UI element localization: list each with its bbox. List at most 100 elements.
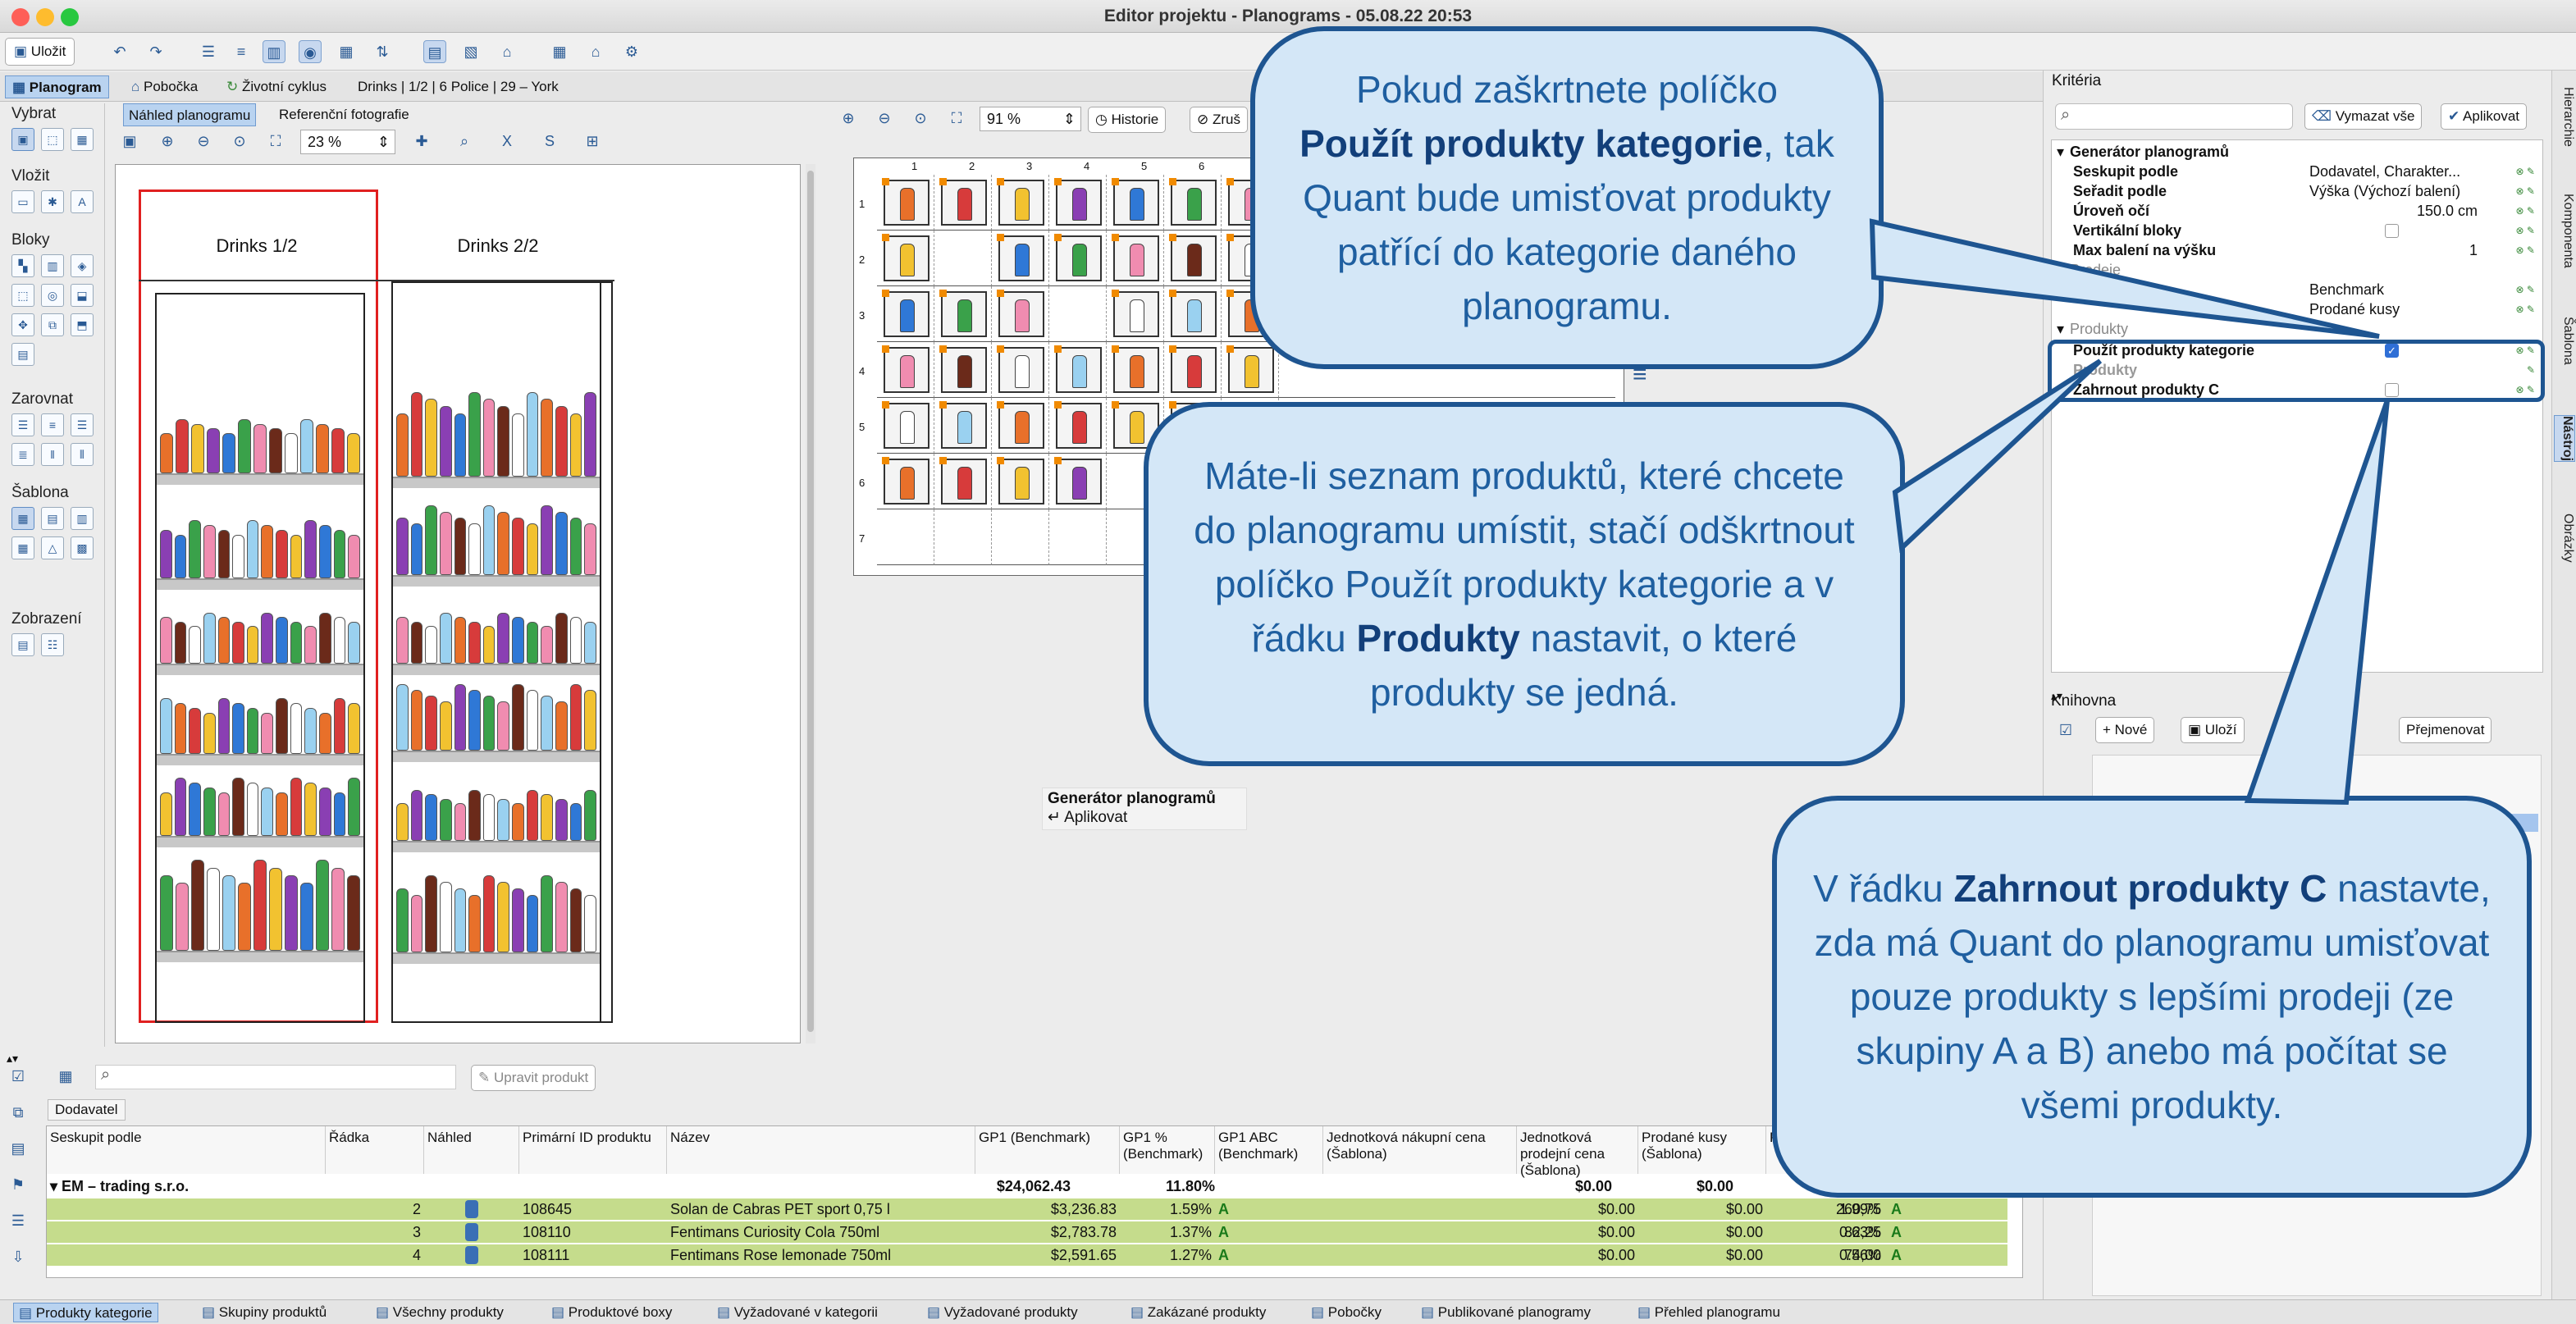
product-facing[interactable] bbox=[410, 895, 423, 952]
insert-product-icon[interactable]: ✱ bbox=[41, 190, 64, 213]
product-facing[interactable] bbox=[439, 798, 452, 841]
product-facing[interactable] bbox=[331, 867, 345, 951]
product-facing[interactable] bbox=[569, 802, 582, 841]
product-slot[interactable] bbox=[939, 401, 987, 449]
zoom-fit-icon[interactable]: ⛶ bbox=[264, 130, 287, 153]
product-facing[interactable] bbox=[468, 523, 481, 575]
pin-icon[interactable]: ⚑ bbox=[7, 1173, 30, 1196]
product-slot[interactable] bbox=[1226, 345, 1274, 393]
product-slot[interactable] bbox=[1112, 345, 1159, 393]
selection-handle[interactable] bbox=[1169, 234, 1176, 241]
library-checkbox-icon[interactable]: ☑ bbox=[2054, 719, 2077, 742]
product-facing[interactable] bbox=[160, 698, 172, 754]
product-facing[interactable] bbox=[584, 621, 596, 664]
criteria-row[interactable]: Max balení na výšku 1 ⊗ ✎ bbox=[2057, 240, 2537, 260]
product-slot[interactable] bbox=[1054, 401, 1102, 449]
align-justify-icon[interactable]: ≣ bbox=[11, 443, 34, 466]
selection-handle[interactable] bbox=[939, 457, 947, 464]
product-facing[interactable] bbox=[333, 617, 346, 664]
criteria-value[interactable]: Prodané kusy bbox=[2309, 299, 2478, 319]
rows-view-icon[interactable]: ≡ bbox=[230, 40, 253, 63]
shelf-unit-2[interactable] bbox=[391, 281, 601, 1023]
criteria-search-input[interactable]: ⌕ bbox=[2055, 103, 2293, 130]
product-facing[interactable] bbox=[541, 875, 554, 952]
criteria-row[interactable]: Seřadit podle Výška (Výchozí balení) ⊗ ✎ bbox=[2057, 181, 2537, 201]
product-slot[interactable] bbox=[939, 178, 987, 226]
product-facing[interactable] bbox=[232, 621, 244, 664]
table-check-icon[interactable]: ☑ bbox=[7, 1065, 30, 1088]
block-merge-icon[interactable]: ⧉ bbox=[41, 313, 64, 336]
selection-handle[interactable] bbox=[882, 345, 889, 353]
product-facing[interactable] bbox=[203, 612, 216, 664]
product-search-input[interactable]: ⌕ bbox=[95, 1065, 456, 1089]
product-facing[interactable] bbox=[348, 703, 360, 754]
selection-handle[interactable] bbox=[1226, 234, 1234, 241]
product-facing[interactable] bbox=[396, 413, 409, 477]
side-tab-tool[interactable]: Nástroj bbox=[2554, 415, 2575, 463]
shelf[interactable] bbox=[393, 664, 600, 675]
vertical-blocks-checkbox[interactable] bbox=[2385, 224, 2399, 238]
product-slot[interactable] bbox=[882, 457, 929, 504]
grid-cell[interactable] bbox=[877, 509, 934, 565]
column-header[interactable]: Prodané kusy (Šablona) bbox=[1638, 1126, 1766, 1174]
product-facing[interactable] bbox=[497, 882, 510, 952]
product-facing[interactable] bbox=[174, 534, 187, 578]
grid-cell[interactable] bbox=[1222, 342, 1279, 398]
grid-cell[interactable] bbox=[1049, 286, 1107, 342]
bottom-tab[interactable]: ▤ Produktové boxy bbox=[546, 1303, 677, 1322]
product-facing[interactable] bbox=[232, 534, 244, 578]
product-facing[interactable] bbox=[261, 787, 274, 836]
grid-cell[interactable] bbox=[877, 398, 934, 454]
product-facing[interactable] bbox=[253, 423, 267, 473]
fit-icon[interactable]: ▣ bbox=[118, 130, 141, 153]
grid-cell[interactable] bbox=[934, 286, 992, 342]
product-facing[interactable] bbox=[319, 712, 331, 754]
edit-product-button[interactable]: ✎ Upravit produkt bbox=[471, 1065, 596, 1091]
product-facing[interactable] bbox=[482, 505, 496, 575]
zoom-in-icon-2[interactable]: ⊕ bbox=[837, 107, 860, 130]
display-list-icon[interactable]: ☷ bbox=[41, 633, 64, 656]
bottom-tab[interactable]: ▤ Zakázané produkty bbox=[1126, 1303, 1271, 1322]
product-facing[interactable] bbox=[512, 617, 524, 664]
table-group-row[interactable]: ▾ EM – trading s.r.o. $24,062.43 11.80% $0.… bbox=[47, 1176, 2007, 1197]
product-facing[interactable] bbox=[410, 690, 423, 751]
criteria-row[interactable]: Vertikální bloky ⊗ ✎ bbox=[2057, 221, 2537, 240]
grid-cell[interactable] bbox=[1049, 175, 1107, 231]
selection-handle[interactable] bbox=[997, 457, 1004, 464]
product-facing[interactable] bbox=[569, 888, 582, 952]
product-slot[interactable] bbox=[939, 290, 987, 337]
selection-handle[interactable] bbox=[997, 345, 1004, 353]
side-tab-component[interactable]: Komponenta bbox=[2554, 194, 2575, 268]
bottom-tab[interactable]: ▤ Produkty kategorie bbox=[13, 1303, 158, 1322]
product-slot[interactable] bbox=[1112, 178, 1159, 226]
template-fill-icon[interactable]: ▩ bbox=[71, 536, 94, 559]
product-facing[interactable] bbox=[238, 883, 251, 951]
grid-cell[interactable] bbox=[1164, 286, 1222, 342]
criteria-value[interactable]: 150.0 cm bbox=[2309, 201, 2478, 221]
product-facing[interactable] bbox=[276, 792, 288, 836]
product-facing[interactable] bbox=[425, 695, 437, 751]
product-facing[interactable] bbox=[497, 406, 510, 477]
product-facing[interactable] bbox=[512, 413, 524, 477]
grid-cell[interactable] bbox=[877, 175, 934, 231]
product-facing[interactable] bbox=[526, 690, 539, 751]
product-facing[interactable] bbox=[454, 888, 467, 952]
grid-cell[interactable] bbox=[1049, 398, 1107, 454]
selection-handle[interactable] bbox=[1169, 345, 1176, 353]
product-slot[interactable] bbox=[1112, 290, 1159, 337]
home-icon[interactable]: ⌂ bbox=[496, 40, 518, 63]
grid-cell[interactable] bbox=[877, 342, 934, 398]
product-facing[interactable] bbox=[482, 875, 496, 952]
template-triangle-icon[interactable]: △ bbox=[41, 536, 64, 559]
template-blocks-icon[interactable]: ▦ bbox=[11, 536, 34, 559]
row-actions-icon[interactable]: ⊗ ✎ bbox=[2516, 221, 2535, 240]
product-facing[interactable] bbox=[217, 529, 231, 578]
product-slot[interactable] bbox=[882, 178, 929, 226]
bottom-tab[interactable]: ▤ Všechny produkty bbox=[371, 1303, 509, 1322]
criteria-value[interactable]: Benchmark bbox=[2309, 280, 2478, 299]
selection-handle[interactable] bbox=[1112, 345, 1119, 353]
product-facing[interactable] bbox=[207, 428, 220, 473]
product-facing[interactable] bbox=[347, 874, 360, 951]
side-tab-template[interactable]: Šablona bbox=[2554, 317, 2575, 365]
product-slot[interactable] bbox=[997, 290, 1044, 337]
